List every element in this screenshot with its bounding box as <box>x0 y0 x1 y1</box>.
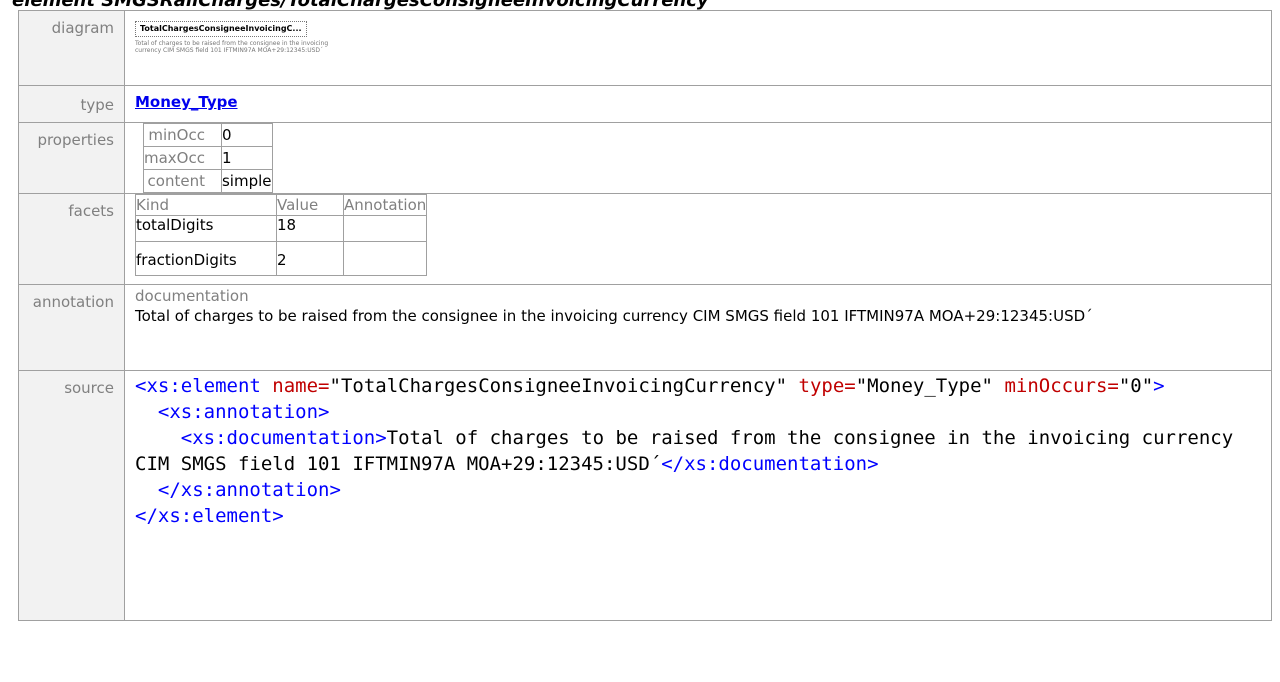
facet-value: 2 <box>276 241 344 276</box>
properties-label: properties <box>18 122 125 194</box>
facets-table: Kind Value Annotation totalDigits 18 fra… <box>135 194 428 276</box>
element-diagram-box[interactable]: TotalChargesConsigneeInvoicingC... <box>135 21 307 37</box>
annotation-cell: documentation Total of charges to be rai… <box>124 284 1272 371</box>
property-key: minOcc <box>143 123 222 147</box>
facets-header-value: Value <box>276 194 344 216</box>
facets-header-annotation: Annotation <box>342 194 428 216</box>
annotation-label: annotation <box>18 284 125 371</box>
property-value: simple <box>220 169 273 193</box>
source-cell: <xs:element name="TotalChargesConsigneeI… <box>124 370 1272 621</box>
element-diagram-doc: Total of charges to be raised from the c… <box>135 40 329 54</box>
source-line: <xs:documentation>Total of charges to be… <box>135 427 1245 475</box>
type-row: type Money_Type <box>18 85 1272 123</box>
facets-cell: Kind Value Annotation totalDigits 18 fra… <box>124 193 1272 285</box>
annotation-row: annotation documentation Total of charge… <box>18 284 1272 371</box>
property-value: 0 <box>220 123 273 147</box>
facets-header-kind: Kind <box>135 194 277 216</box>
source-code: <xs:element name="TotalChargesConsigneeI… <box>135 371 1263 529</box>
diagram-label: diagram <box>18 10 125 86</box>
facets-label: facets <box>18 193 125 285</box>
property-key: content <box>143 169 222 193</box>
source-line: </xs:element> <box>135 505 284 527</box>
facet-row: fractionDigits 2 <box>135 241 428 276</box>
facet-value: 18 <box>276 215 344 242</box>
property-row: maxOcc 1 <box>143 146 273 170</box>
source-line: </xs:annotation> <box>157 479 341 501</box>
properties-cell: minOcc 0 maxOcc 1 content simple <box>124 122 1272 194</box>
documentation-text: Total of charges to be raised from the c… <box>135 307 1093 325</box>
facets-header-row: Kind Value Annotation <box>135 194 428 216</box>
facets-row: facets Kind Value Annotation totalDigits… <box>18 193 1272 285</box>
source-row: source <xs:element name="TotalChargesCon… <box>18 370 1272 621</box>
property-value: 1 <box>220 146 273 170</box>
diagram-cell: TotalChargesConsigneeInvoicingC... Total… <box>124 10 1272 86</box>
property-row: minOcc 0 <box>143 123 273 147</box>
type-link[interactable]: Money_Type <box>135 93 238 111</box>
source-line: <xs:element name="TotalChargesConsigneeI… <box>135 375 1165 397</box>
facet-row: totalDigits 18 <box>135 215 428 242</box>
type-cell: Money_Type <box>124 85 1272 123</box>
type-label: type <box>18 85 125 123</box>
facet-kind: totalDigits <box>135 215 277 242</box>
diagram-row: diagram TotalChargesConsigneeInvoicingC.… <box>18 10 1272 86</box>
facet-kind: fractionDigits <box>135 241 277 276</box>
source-line: <xs:annotation> <box>157 401 330 423</box>
element-doc-table: diagram TotalChargesConsigneeInvoicingC.… <box>18 10 1272 621</box>
property-key: maxOcc <box>143 146 222 170</box>
properties-table: minOcc 0 maxOcc 1 content simple <box>143 123 273 193</box>
documentation-heading: documentation <box>135 287 249 305</box>
properties-row: properties minOcc 0 maxOcc 1 content sim… <box>18 122 1272 194</box>
property-row: content simple <box>143 169 273 193</box>
source-label: source <box>18 370 125 621</box>
